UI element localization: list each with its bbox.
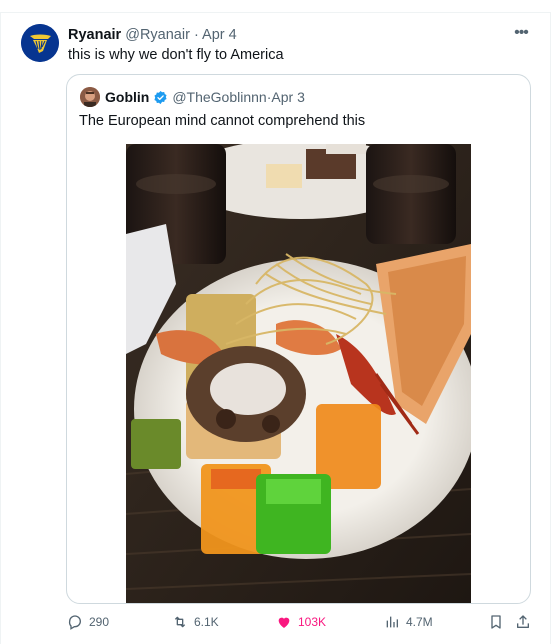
like-count: 103K (298, 615, 327, 629)
tweet-header: Ryanair @Ryanair · Apr 4 (68, 26, 237, 44)
quoted-author-name[interactable]: Goblin (105, 88, 149, 106)
more-icon[interactable]: ••• (511, 24, 531, 42)
author-handle[interactable]: @Ryanair (125, 27, 190, 43)
quoted-header: Goblin @TheGoblinnn · Apr 3 (105, 88, 305, 106)
tweet-text: this is why we don't fly to America (68, 47, 284, 63)
reply-count: 290 (89, 615, 110, 629)
separator-dot: · (193, 27, 199, 43)
food-plate-photo[interactable] (126, 144, 471, 603)
quoted-avatar[interactable] (80, 87, 100, 107)
retweet-icon (174, 616, 186, 628)
like-icon (278, 617, 290, 628)
bookmark-button[interactable] (488, 612, 504, 632)
reply-button[interactable]: 290 (67, 612, 109, 632)
quoted-text: The European mind cannot comprehend this (79, 113, 366, 129)
retweet-count: 6.1K (194, 615, 219, 629)
share-button[interactable] (515, 612, 531, 632)
avatar[interactable] (21, 24, 59, 62)
tweet-actions: 290 6.1K 103K 4.7M (0, 612, 551, 634)
author-name[interactable]: Ryanair (68, 27, 121, 43)
share-icon (517, 615, 529, 628)
bookmark-icon (491, 615, 501, 629)
verified-icon (153, 90, 168, 105)
view-count: 4.7M (406, 615, 433, 629)
like-button[interactable]: 103K (276, 612, 326, 632)
reply-icon (68, 615, 81, 630)
ryanair-harp-icon (21, 24, 59, 62)
retweet-button[interactable]: 6.1K (172, 612, 219, 632)
quoted-date[interactable]: Apr 3 (271, 88, 304, 106)
views-icon (386, 616, 398, 628)
tweet-date[interactable]: Apr 4 (202, 27, 237, 43)
views-button[interactable]: 4.7M (384, 612, 433, 632)
quoted-tweet[interactable]: Goblin @TheGoblinnn · Apr 3 The European… (66, 74, 531, 604)
quoted-author-handle[interactable]: @TheGoblinnn (172, 88, 266, 106)
